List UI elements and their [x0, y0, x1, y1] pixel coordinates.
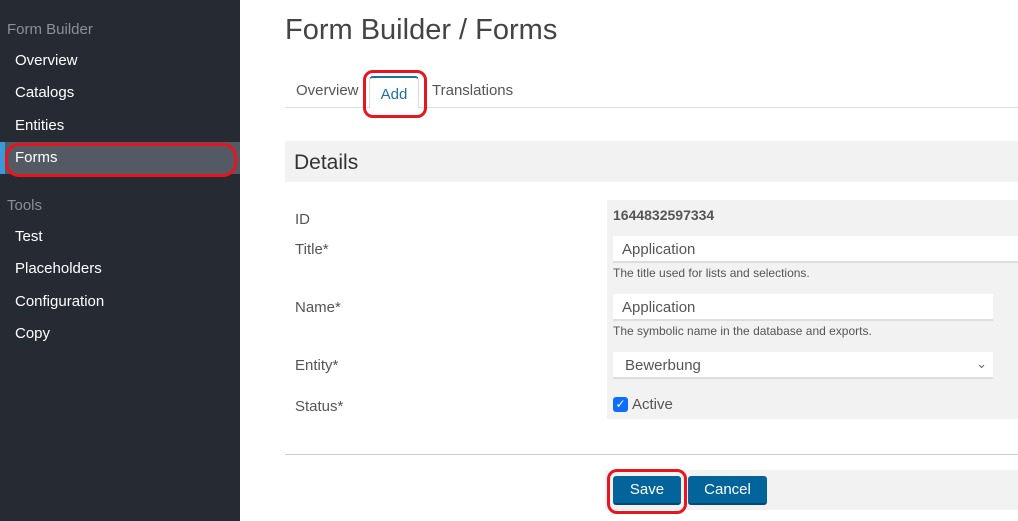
active-checkbox-label[interactable]: Active [632, 396, 673, 413]
name-help: The symbolic name in the database and ex… [613, 324, 872, 338]
chevron-down-icon: ⌄ [976, 356, 987, 371]
title-input[interactable]: Application [613, 236, 1018, 263]
id-label: ID [295, 211, 310, 228]
section-heading: Details [285, 141, 1018, 182]
page-title: Form Builder / Forms [285, 14, 558, 46]
sidebar-section-form-builder: Form Builder [7, 21, 93, 38]
active-checkbox[interactable]: ✓ [613, 397, 628, 412]
sidebar-item-test[interactable]: Test [0, 221, 240, 253]
sidebar-item-overview[interactable]: Overview [0, 45, 240, 77]
sidebar-section-tools: Tools [7, 197, 43, 214]
id-value: 1644832597334 [613, 207, 715, 223]
cancel-button[interactable]: Cancel [688, 476, 767, 505]
entity-select[interactable]: Bewerbung ⌄ [613, 352, 993, 379]
tab-translations[interactable]: Translations [432, 82, 513, 99]
save-button[interactable]: Save [613, 476, 681, 505]
title-help: The title used for lists and selections. [613, 266, 810, 280]
tab-add[interactable]: Add [369, 76, 419, 109]
tab-bar: Overview Add Translations [285, 74, 1018, 109]
sidebar-item-catalogs[interactable]: Catalogs [0, 77, 240, 109]
divider [285, 454, 1018, 455]
sidebar-item-configuration[interactable]: Configuration [0, 286, 240, 318]
sidebar-item-placeholders[interactable]: Placeholders [0, 253, 240, 285]
name-label: Name* [295, 299, 341, 316]
entity-label: Entity* [295, 357, 339, 374]
sidebar: Form Builder Overview Catalogs Entities … [0, 0, 240, 521]
entity-select-value: Bewerbung [625, 357, 701, 374]
name-input[interactable]: Application [613, 294, 993, 321]
status-label: Status* [295, 398, 344, 415]
sidebar-item-copy[interactable]: Copy [0, 318, 240, 350]
tab-overview[interactable]: Overview [296, 82, 359, 99]
title-label: Title* [295, 241, 329, 258]
sidebar-item-entities[interactable]: Entities [0, 110, 240, 142]
sidebar-item-forms[interactable]: Forms [0, 142, 240, 174]
